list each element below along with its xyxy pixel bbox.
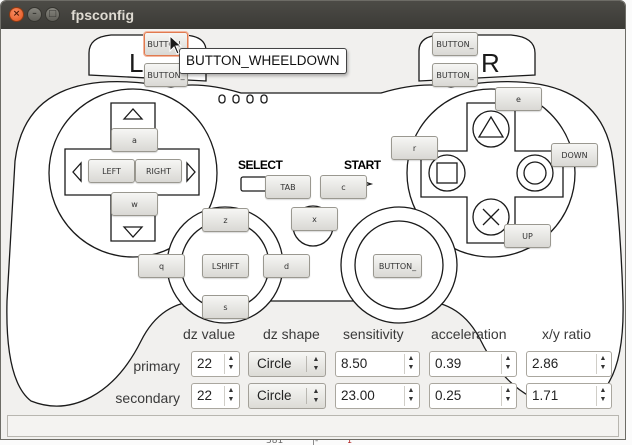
- spin-arrows-icon[interactable]: ▲ ▼: [501, 386, 514, 406]
- secondary-acceleration-spinbox[interactable]: 0.25 ▲ ▼: [429, 383, 517, 409]
- secondary-dz-shape-combo[interactable]: Circle ▲ ▼: [248, 383, 326, 409]
- spin-arrows-icon[interactable]: ▲ ▼: [404, 354, 417, 374]
- left-stick-click-binding-button[interactable]: LSHIFT: [202, 254, 249, 278]
- primary-xy-ratio: 2.86: [532, 356, 559, 371]
- combo-separator: [306, 356, 307, 372]
- mouse-cursor-icon: [169, 35, 183, 55]
- secondary-dz-shape: Circle: [257, 388, 292, 403]
- primary-sensitivity: 8.50: [341, 356, 368, 371]
- primary-acceleration-spinbox[interactable]: 0.39 ▲ ▼: [429, 351, 517, 377]
- left-stick-down-binding-button[interactable]: s: [202, 295, 249, 319]
- right-shoulder-label: R: [481, 48, 500, 78]
- combo-separator: [306, 388, 307, 404]
- primary-dz-shape-combo[interactable]: Circle ▲ ▼: [248, 351, 326, 377]
- left-stick-right-binding-button[interactable]: d: [263, 254, 310, 278]
- primary-row-label: primary: [133, 358, 180, 374]
- select-binding-button[interactable]: TAB: [265, 175, 311, 199]
- spin-arrows-icon[interactable]: ▲ ▼: [596, 386, 609, 406]
- start-label: START: [344, 158, 381, 172]
- left-shoulder-label: L: [129, 48, 144, 78]
- r2-binding-button[interactable]: BUTTON_: [432, 63, 478, 87]
- dpad-right-binding-button[interactable]: RIGHT: [135, 159, 182, 183]
- primary-sensitivity-spinbox[interactable]: 8.50 ▲ ▼: [335, 351, 420, 377]
- secondary-acceleration: 0.25: [435, 388, 462, 403]
- secondary-dz-value: 22: [197, 388, 213, 403]
- header-dz-shape: dz shape: [263, 326, 320, 342]
- secondary-row-label: secondary: [115, 390, 180, 406]
- spin-arrows-icon[interactable]: ▲ ▼: [501, 354, 514, 374]
- status-bar: [7, 415, 619, 437]
- dpad-up-binding-button[interactable]: a: [111, 128, 158, 152]
- spin-arrows-icon[interactable]: ▲ ▼: [224, 386, 237, 406]
- secondary-xy-ratio: 1.71: [532, 388, 559, 403]
- secondary-xy-ratio-spinbox[interactable]: 1.71 ▲ ▼: [526, 383, 612, 409]
- secondary-sensitivity-spinbox[interactable]: 23.00 ▲ ▼: [335, 383, 420, 409]
- primary-dz-shape: Circle: [257, 356, 292, 371]
- r1-binding-button[interactable]: BUTTON_: [432, 32, 478, 56]
- start-binding-button[interactable]: c: [320, 175, 367, 199]
- square-button-shape: [428, 154, 466, 192]
- primary-acceleration: 0.39: [435, 356, 462, 371]
- primary-dz-value: 22: [197, 356, 213, 371]
- primary-dz-value-spinbox[interactable]: 22 ▲ ▼: [191, 351, 240, 377]
- binding-tooltip: BUTTON_WHEELDOWN: [179, 48, 347, 74]
- circle-binding-button[interactable]: DOWN: [551, 143, 598, 167]
- combo-arrows-icon: ▲ ▼: [312, 388, 320, 404]
- left-stick-up-binding-button[interactable]: z: [202, 208, 249, 232]
- header-acceleration: acceleration: [431, 326, 507, 342]
- dpad-down-binding-button[interactable]: w: [111, 192, 158, 216]
- combo-arrows-icon: ▲ ▼: [312, 356, 320, 372]
- select-label: SELECT: [238, 158, 283, 172]
- header-xy-ratio: x/y ratio: [542, 326, 592, 342]
- dpad-left-binding-button[interactable]: LEFT: [88, 159, 135, 183]
- spin-arrows-icon[interactable]: ▲ ▼: [596, 354, 609, 374]
- center-binding-button[interactable]: x: [291, 207, 338, 231]
- spin-arrows-icon[interactable]: ▲ ▼: [224, 354, 237, 374]
- header-dz-value: dz value: [183, 326, 236, 342]
- spin-arrows-icon[interactable]: ▲ ▼: [404, 386, 417, 406]
- left-stick-left-binding-button[interactable]: q: [138, 254, 185, 278]
- right-stick-click-binding-button[interactable]: BUTTON_: [373, 254, 422, 278]
- primary-xy-ratio-spinbox[interactable]: 2.86 ▲ ▼: [526, 351, 612, 377]
- triangle-binding-button[interactable]: e: [495, 87, 542, 111]
- circle-button-shape: [516, 154, 554, 192]
- secondary-dz-value-spinbox[interactable]: 22 ▲ ▼: [191, 383, 240, 409]
- cross-binding-button[interactable]: UP: [504, 224, 551, 248]
- secondary-sensitivity: 23.00: [341, 388, 375, 403]
- square-binding-button[interactable]: r: [391, 136, 438, 160]
- header-sensitivity: sensitivity: [343, 326, 404, 342]
